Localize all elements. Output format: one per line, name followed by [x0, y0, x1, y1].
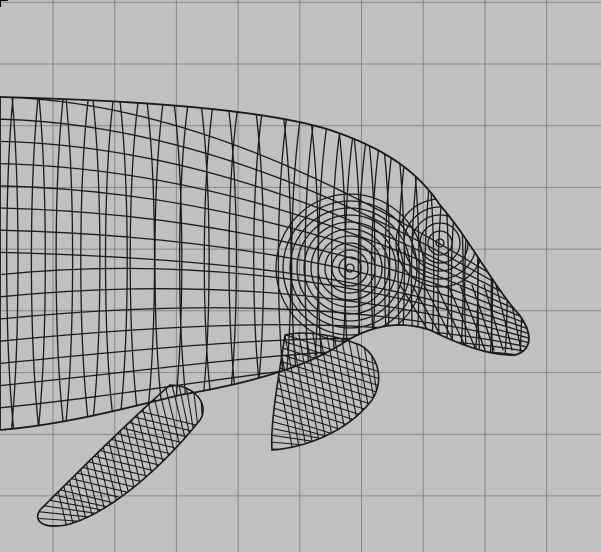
viewport-corner-marker — [0, 0, 8, 7]
3d-viewport[interactable] — [0, 0, 601, 552]
